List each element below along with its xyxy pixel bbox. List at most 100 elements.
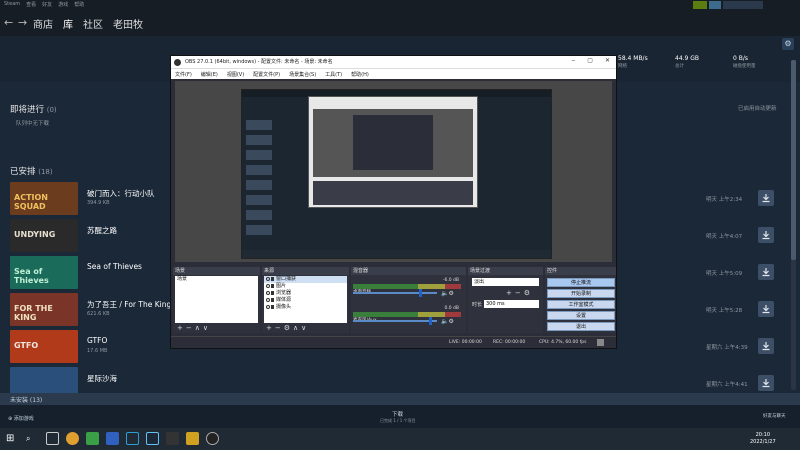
app-icon[interactable] bbox=[126, 432, 139, 445]
app-icon[interactable] bbox=[86, 432, 99, 445]
lock-icon[interactable] bbox=[271, 298, 274, 302]
scrollbar[interactable] bbox=[791, 60, 796, 390]
game-title[interactable]: 星际沙海 bbox=[87, 373, 117, 384]
game-title[interactable]: GTFO bbox=[87, 336, 107, 345]
obs-preview[interactable] bbox=[175, 81, 612, 262]
nav-store[interactable]: 商店 bbox=[33, 16, 53, 31]
obs-menu-file[interactable]: 文件(F) bbox=[175, 71, 192, 78]
user-menu[interactable] bbox=[723, 1, 763, 9]
game-title[interactable]: 破门而入：行动小队 bbox=[87, 188, 155, 199]
game-title[interactable]: 苏醒之路 bbox=[87, 225, 117, 236]
menu-help[interactable]: 帮助 bbox=[74, 1, 84, 8]
window-controls[interactable]: ‒ ▢ ✕ bbox=[770, 1, 796, 18]
source-item[interactable]: 窗口捕获 bbox=[264, 276, 347, 283]
download-button[interactable] bbox=[758, 264, 774, 280]
scroll-thumb[interactable] bbox=[791, 60, 796, 260]
obs-menu-edit[interactable]: 编辑(E) bbox=[201, 71, 218, 78]
nav-community[interactable]: 社区 bbox=[83, 16, 103, 31]
obs-menu-tools[interactable]: 工具(T) bbox=[325, 71, 342, 78]
chrome-icon[interactable] bbox=[66, 432, 79, 445]
eye-icon[interactable] bbox=[266, 291, 270, 295]
volume-slider-handle[interactable] bbox=[419, 289, 422, 297]
scene-item[interactable]: 场景 bbox=[175, 276, 258, 283]
obs-menu-help[interactable]: 帮助(H) bbox=[351, 71, 369, 78]
lock-icon[interactable] bbox=[271, 305, 274, 309]
game-thumbnail[interactable]: Sea of Thieves bbox=[10, 256, 78, 289]
close-icon[interactable]: ✕ bbox=[605, 57, 610, 64]
download-button[interactable] bbox=[758, 375, 774, 391]
app-icon[interactable] bbox=[106, 432, 119, 445]
game-thumbnail[interactable]: UNDYING bbox=[10, 219, 78, 252]
gear-icon[interactable]: ⚙ bbox=[782, 38, 794, 50]
duration-input[interactable]: 300 ms bbox=[484, 300, 539, 308]
eye-icon[interactable] bbox=[266, 284, 270, 288]
obs-menu-scene-collection[interactable]: 场景集合(S) bbox=[289, 71, 316, 78]
game-thumbnail[interactable]: GTFO bbox=[10, 330, 78, 363]
stop-streaming-button[interactable]: 停止推流 bbox=[547, 278, 615, 287]
notification-icon[interactable] bbox=[709, 1, 721, 9]
start-recording-button[interactable]: 开始录制 bbox=[547, 289, 615, 298]
task-view-icon[interactable] bbox=[46, 432, 59, 445]
eye-icon[interactable] bbox=[266, 298, 270, 302]
menu-view[interactable]: 查看 bbox=[26, 1, 36, 8]
speaker-icon[interactable]: 🔈⚙ bbox=[441, 290, 454, 297]
nav-profile[interactable]: 老田牧 bbox=[113, 16, 143, 31]
menu-friends[interactable]: 好友 bbox=[42, 1, 52, 8]
obs-icon[interactable] bbox=[206, 432, 219, 445]
minimize-icon[interactable]: ‒ bbox=[571, 57, 575, 64]
volume-slider-handle[interactable] bbox=[429, 317, 432, 325]
app-icon[interactable] bbox=[186, 432, 199, 445]
volume-slider[interactable] bbox=[353, 320, 437, 322]
steam-icon[interactable] bbox=[146, 432, 159, 445]
game-size: 394.9 KB bbox=[87, 200, 110, 206]
transition-select[interactable]: 淡出 bbox=[472, 278, 539, 286]
obs-window-controls[interactable]: ‒ ▢ ✕ bbox=[571, 57, 610, 64]
scenes-dock-toolbar[interactable]: +−∧∨ bbox=[177, 324, 211, 332]
add-game-button[interactable]: ⊕ 添加游戏 bbox=[8, 415, 34, 422]
game-thumbnail[interactable]: FOR THE KING bbox=[10, 293, 78, 326]
eye-icon[interactable] bbox=[266, 305, 270, 309]
exit-button[interactable]: 退出 bbox=[547, 322, 615, 331]
studio-mode-button[interactable]: 工作室模式 bbox=[547, 300, 615, 309]
game-update-time: 明天 上午5:28 bbox=[706, 308, 743, 314]
game-title[interactable]: 为了吾王 / For The King bbox=[87, 299, 171, 310]
obs-menu-view[interactable]: 视图(V) bbox=[227, 71, 244, 78]
lock-icon[interactable] bbox=[271, 284, 274, 288]
menu-games[interactable]: 游戏 bbox=[58, 1, 68, 8]
game-title[interactable]: Sea of Thieves bbox=[87, 262, 142, 271]
source-item[interactable]: 媒体源 bbox=[264, 297, 347, 304]
friends-chat-button[interactable]: 好友与聊天 bbox=[763, 413, 786, 419]
download-button[interactable] bbox=[758, 190, 774, 206]
eye-icon[interactable] bbox=[266, 277, 270, 281]
sources-list: 窗口捕获 图片 浏览器 媒体源 摄像头 bbox=[264, 276, 347, 323]
app-icon[interactable] bbox=[166, 432, 179, 445]
clock[interactable]: 20:10 2022/1/27 bbox=[750, 432, 776, 446]
forward-icon[interactable]: → bbox=[18, 16, 27, 29]
controls-dock: 控件 停止推流 开始录制 工作室模式 设置 退出 bbox=[545, 267, 616, 333]
maximize-icon[interactable]: ▢ bbox=[587, 57, 593, 64]
search-icon[interactable]: ⌕ bbox=[26, 432, 39, 445]
settings-button[interactable]: 设置 bbox=[547, 311, 615, 320]
broadcast-icon[interactable] bbox=[693, 1, 707, 9]
source-item[interactable]: 浏览器 bbox=[264, 290, 347, 297]
downloads-label[interactable]: 下载 bbox=[392, 410, 403, 418]
menu-steam[interactable]: Steam bbox=[4, 1, 20, 8]
transition-toolbar[interactable]: +−⚙ bbox=[506, 289, 533, 297]
download-button[interactable] bbox=[758, 338, 774, 354]
download-button[interactable] bbox=[758, 301, 774, 317]
game-thumbnail[interactable]: ACTION SQUAD bbox=[10, 182, 78, 215]
uninstalled-bar[interactable]: 未安装 (13) bbox=[0, 393, 800, 405]
nav-library[interactable]: 库 bbox=[63, 16, 73, 31]
windows-start-icon[interactable]: ⊞ bbox=[6, 432, 19, 445]
sources-dock-toolbar[interactable]: +−⚙∧∨ bbox=[266, 324, 309, 332]
obs-menu-profile[interactable]: 配置文件(P) bbox=[253, 71, 280, 78]
lock-icon[interactable] bbox=[271, 291, 274, 295]
download-button[interactable] bbox=[758, 227, 774, 243]
lock-icon[interactable] bbox=[271, 277, 274, 281]
speaker-icon[interactable]: 🔈⚙ bbox=[441, 318, 454, 325]
source-label: 浏览器 bbox=[276, 290, 292, 296]
volume-slider[interactable] bbox=[353, 292, 437, 294]
source-item[interactable]: 图片 bbox=[264, 283, 347, 290]
source-item[interactable]: 摄像头 bbox=[264, 304, 347, 311]
back-icon[interactable]: ← bbox=[4, 16, 13, 29]
